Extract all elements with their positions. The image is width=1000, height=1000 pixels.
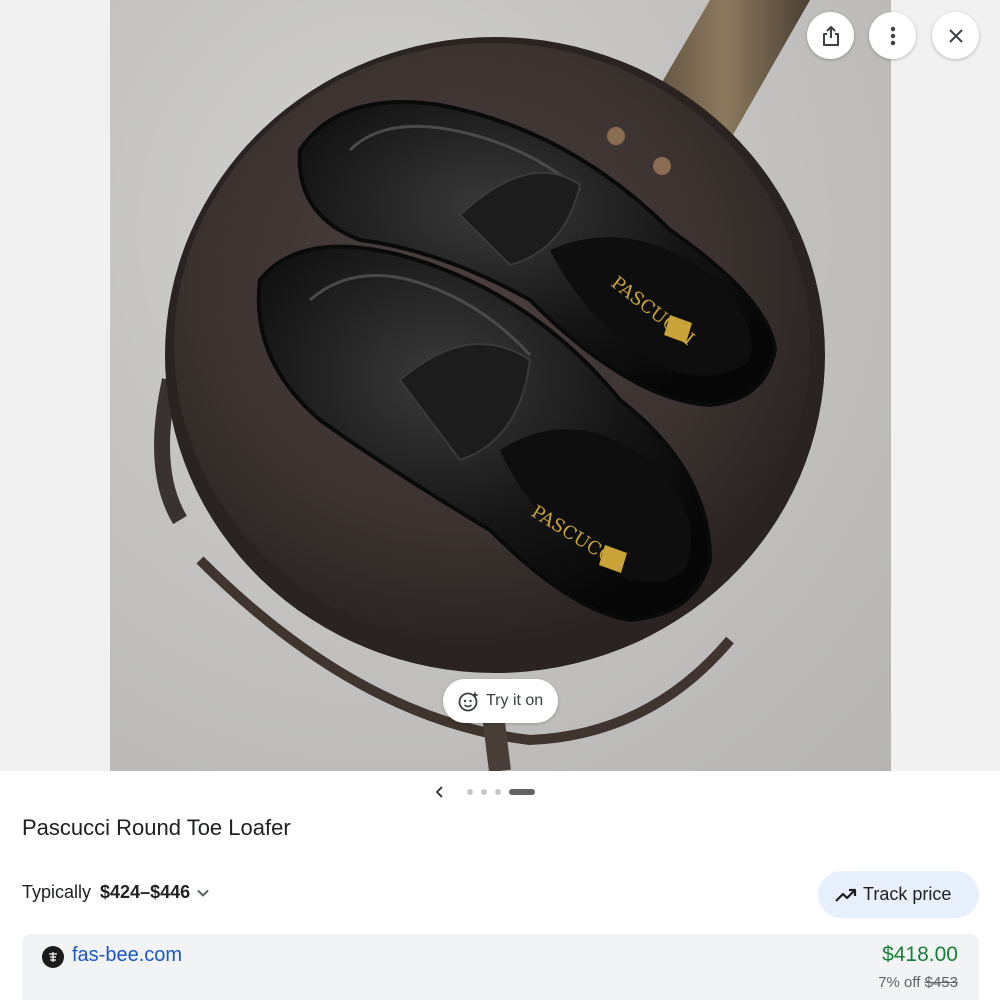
trending-up-icon — [835, 888, 857, 902]
face-sparkle-icon — [458, 691, 479, 712]
product-title: Pascucci Round Toe Loafer — [22, 815, 291, 840]
loafer-photo-illustration: PASCUCCI PASCUCCI — [154, 0, 825, 771]
carousel-dot[interactable] — [495, 789, 501, 795]
share-icon — [822, 25, 839, 46]
product-photo[interactable]: PASCUCCI PASCUCCI — [110, 0, 891, 771]
store-link[interactable]: fas-bee.com — [72, 944, 182, 967]
carousel-dot[interactable] — [467, 789, 473, 795]
store-logo — [42, 946, 64, 968]
track-price-label: Track price — [863, 884, 952, 904]
typical-price-value: $424–$446 — [100, 882, 191, 902]
original-price: $453 — [924, 974, 958, 991]
track-price-button[interactable]: Track price — [818, 871, 979, 918]
chevron-left-icon[interactable] — [430, 782, 450, 802]
more-vert-icon — [890, 26, 895, 45]
typical-price-prefix: Typically — [22, 882, 97, 902]
offer-price: $418.00 — [882, 943, 958, 966]
close-button[interactable] — [932, 12, 979, 59]
discount-percent: 7% off — [878, 974, 925, 991]
image-carousel-indicator — [430, 780, 550, 804]
chevron-down-icon — [197, 889, 209, 896]
more-options-button[interactable] — [869, 12, 916, 59]
share-button[interactable] — [807, 12, 854, 59]
product-image-area: PASCUCCI PASCUCCI Try it on — [0, 0, 1000, 771]
carousel-dot-active[interactable] — [509, 789, 535, 795]
try-it-on-label: Try it on — [486, 692, 544, 709]
close-icon — [948, 28, 963, 43]
store-logo-icon — [49, 952, 57, 962]
typical-price-range[interactable]: Typically $424–$446 — [22, 882, 212, 903]
store-offer-card[interactable]: fas-bee.com $418.00 7% off $453 — [22, 934, 979, 1000]
try-it-on-button[interactable]: Try it on — [443, 679, 558, 723]
carousel-dot[interactable] — [481, 789, 487, 795]
offer-discount: 7% off $453 — [878, 974, 958, 991]
